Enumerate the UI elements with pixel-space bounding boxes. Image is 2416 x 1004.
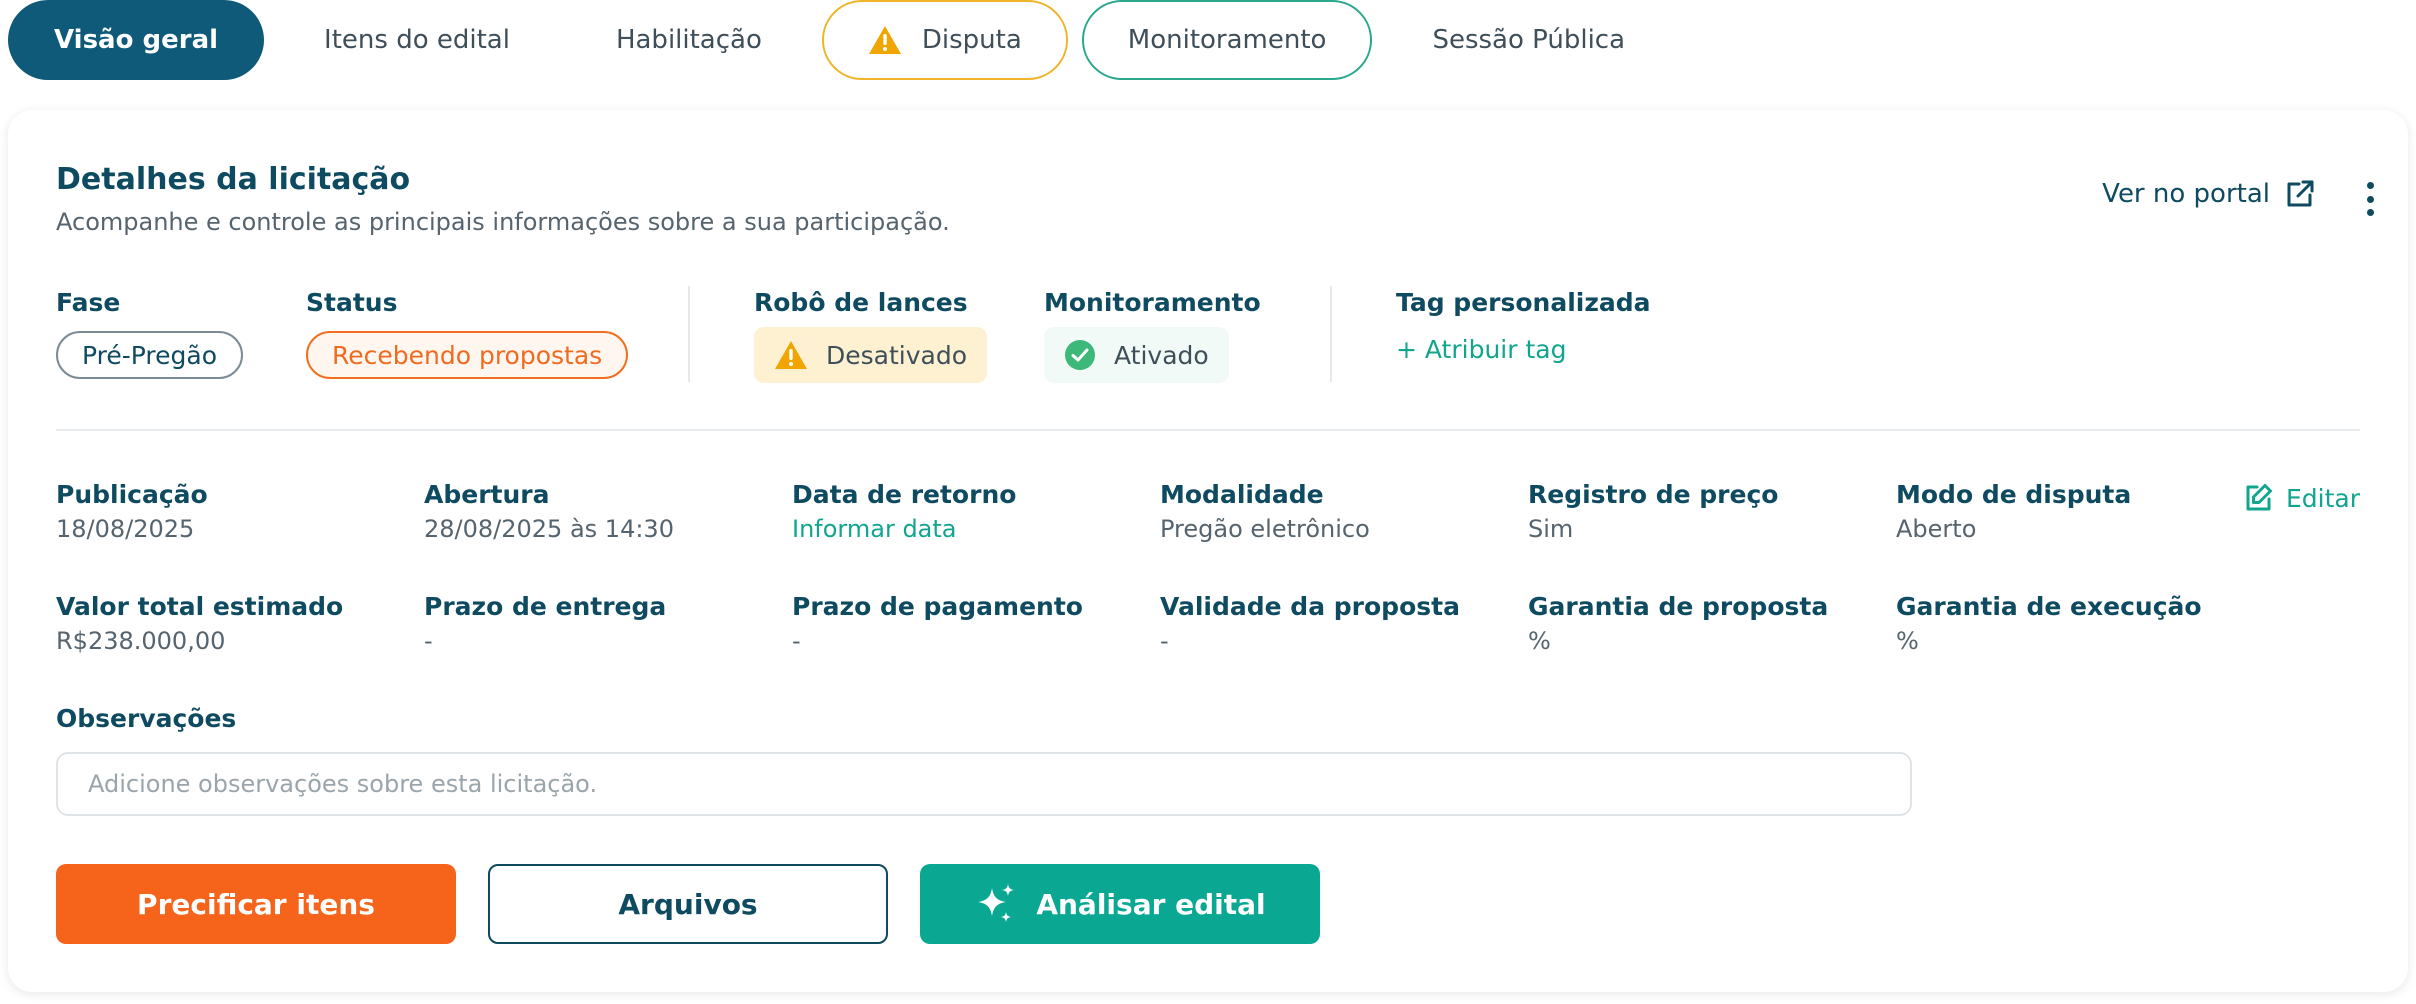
monitoring-field: Monitoramento Ativado [1044,288,1261,383]
robot-status-chip[interactable]: Desativado [754,327,988,383]
tab-bar: Visão geral Itens do edital Habilitação … [8,0,1672,80]
detail-garantia-execucao: Garantia de execução % [1896,592,2202,655]
card-title: Detalhes da licitação [56,162,411,197]
tab-edital-items[interactable]: Itens do edital [278,0,556,80]
detail-modalidade: Modalidade Pregão eletrônico [1160,480,1370,543]
more-vertical-icon[interactable] [2364,182,2376,216]
warning-icon [868,26,901,54]
price-items-button[interactable]: Precificar itens [56,864,456,944]
robot-field: Robô de lances Desativado [754,288,988,383]
edit-button[interactable]: Editar [2242,482,2360,514]
tab-sessao-publica[interactable]: Sessão Pública [1386,0,1672,80]
divider [688,286,690,382]
detail-abertura: Abertura 28/08/2025 às 14:30 [424,480,674,543]
assign-tag-link[interactable]: + Atribuir tag [1396,335,1651,364]
phase-badge: Pré-Pregão [56,331,243,379]
detail-publicacao: Publicação 18/08/2025 [56,480,208,543]
detail-data-retorno: Data de retorno Informar data [792,480,1017,543]
observations-label: Observações [56,704,237,733]
inform-date-link[interactable]: Informar data [792,515,1016,543]
view-portal-link[interactable]: Ver no portal [2102,178,2316,210]
check-circle-icon [1065,340,1095,370]
section-divider [56,429,2360,431]
warning-icon [775,341,807,369]
tag-field: Tag personalizada + Atribuir tag [1396,288,1651,364]
phase-field: Fase Pré-Pregão [56,288,243,379]
detail-validade-proposta: Validade da proposta - [1160,592,1460,655]
detail-valor-total: Valor total estimado R$238.000,00 [56,592,344,655]
tab-disputa[interactable]: Disputa [821,0,1068,80]
external-link-icon [2287,180,2314,207]
detail-prazo-entrega: Prazo de entrega - [424,592,667,655]
status-field: Status Recebendo propostas [306,288,629,379]
tab-overview[interactable]: Visão geral [8,0,265,80]
tab-monitoramento[interactable]: Monitoramento [1081,0,1373,80]
detail-garantia-proposta: Garantia de proposta % [1528,592,1829,655]
edit-icon [2246,484,2272,511]
status-badge: Recebendo propostas [306,331,629,379]
detail-modo-disputa: Modo de disputa Aberto [1896,480,2132,543]
bid-details-card: Detalhes da licitação Acompanhe e contro… [8,110,2408,992]
detail-registro-preco: Registro de preço Sim [1528,480,1779,543]
monitoring-status-chip[interactable]: Ativado [1044,327,1229,383]
detail-prazo-pagamento: Prazo de pagamento - [792,592,1083,655]
card-subtitle: Acompanhe e controle as principais infor… [56,208,950,236]
tab-habilitacao[interactable]: Habilitação [569,0,808,80]
observations-input[interactable] [56,752,1912,816]
analyze-edital-button[interactable]: Análisar edital [920,864,1320,944]
sparkles-icon [978,884,1015,922]
divider [1330,286,1332,382]
files-button[interactable]: Arquivos [488,864,888,944]
